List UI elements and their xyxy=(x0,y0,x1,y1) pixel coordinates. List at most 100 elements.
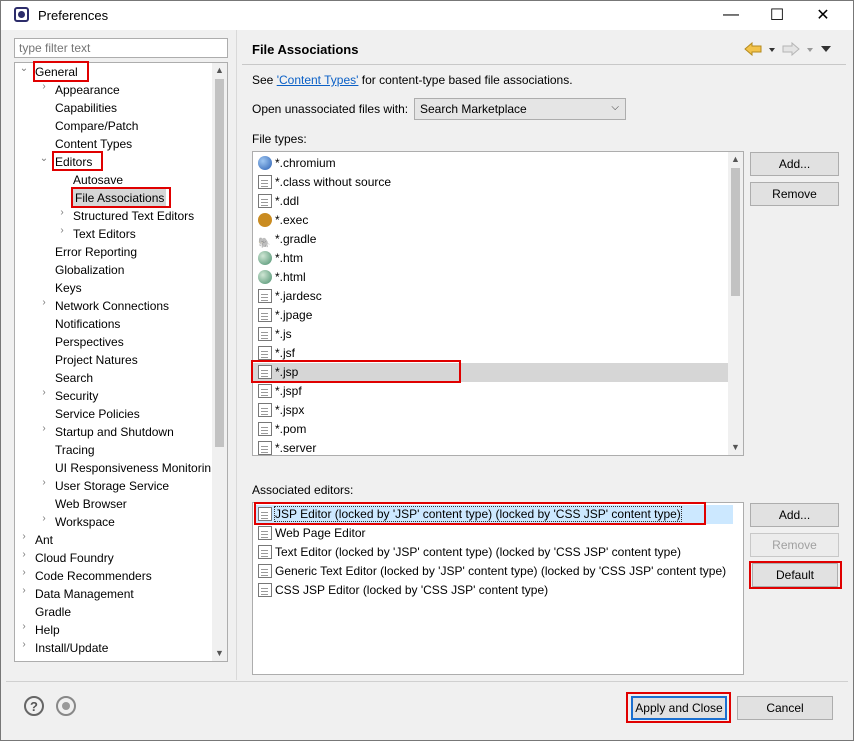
file-type-item[interactable]: *.jardesc xyxy=(258,287,322,306)
add-editor-button[interactable]: Add... xyxy=(750,503,839,527)
file-type-item[interactable]: *.htm xyxy=(258,249,303,268)
tree-item[interactable]: Perspectives xyxy=(55,333,124,351)
tree-item[interactable]: User Storage Service xyxy=(55,477,169,495)
class-file-icon xyxy=(258,175,272,189)
highlight-default-button xyxy=(749,561,842,589)
chevron-right-icon[interactable]: › xyxy=(19,639,29,657)
remove-editor-button[interactable]: Remove xyxy=(750,533,839,557)
web-globe-icon xyxy=(258,251,272,265)
maximize-button[interactable]: ☐ xyxy=(754,0,800,30)
tree-scrollbar[interactable]: ▲ ▼ xyxy=(212,63,227,661)
chevron-right-icon[interactable]: › xyxy=(19,531,29,549)
tree-item[interactable]: UI Responsiveness Monitorin xyxy=(55,459,211,477)
tree-item[interactable]: Service Policies xyxy=(55,405,140,423)
file-type-item[interactable]: *.jspx xyxy=(258,401,304,420)
tree-item[interactable]: Cloud Foundry xyxy=(35,549,114,567)
file-type-item[interactable]: *.exec xyxy=(258,211,308,230)
tree-item[interactable]: Text Editors xyxy=(73,225,136,243)
chevron-right-icon[interactable]: › xyxy=(19,549,29,567)
chevron-right-icon[interactable]: › xyxy=(19,585,29,603)
remove-file-type-button[interactable]: Remove xyxy=(750,182,839,206)
tree-item[interactable]: Network Connections xyxy=(55,297,169,315)
tree-item[interactable]: Globalization xyxy=(55,261,124,279)
file-types-label: File types: xyxy=(252,132,307,146)
file-type-item[interactable]: *.js xyxy=(258,325,292,344)
tree-item[interactable]: Keys xyxy=(55,279,82,297)
scroll-down-icon[interactable]: ▼ xyxy=(212,646,227,661)
tree-item[interactable]: Web Browser xyxy=(55,495,127,513)
tree-item[interactable]: Ant xyxy=(35,531,53,549)
scroll-up-icon[interactable]: ▲ xyxy=(212,63,227,78)
tree-item[interactable]: Project Natures xyxy=(55,351,138,369)
chevron-right-icon[interactable]: › xyxy=(19,567,29,585)
filter-input[interactable] xyxy=(14,38,228,58)
tree-item[interactable]: Notifications xyxy=(55,315,120,333)
content-types-link[interactable]: 'Content Types' xyxy=(277,73,359,87)
add-file-type-button[interactable]: Add... xyxy=(750,152,839,176)
file-type-item[interactable]: *.server xyxy=(258,439,317,455)
associated-editors-list[interactable]: JSP Editor (locked by 'JSP' content type… xyxy=(252,502,744,675)
scroll-thumb[interactable] xyxy=(731,168,740,296)
editor-label: Generic Text Editor (locked by 'JSP' con… xyxy=(275,564,727,578)
chevron-right-icon[interactable]: › xyxy=(39,297,49,315)
file-type-item[interactable]: *.chromium xyxy=(258,154,336,173)
tree-item[interactable]: Install/Update xyxy=(35,639,108,657)
chevron-right-icon[interactable]: › xyxy=(39,387,49,405)
chevron-right-icon[interactable]: › xyxy=(57,207,67,225)
chevron-right-icon[interactable]: › xyxy=(39,513,49,531)
file-type-item[interactable]: *.class without source xyxy=(258,173,391,192)
tree-item[interactable]: Workspace xyxy=(55,513,115,531)
file-type-item[interactable]: *.jspf xyxy=(258,382,302,401)
open-unassociated-select[interactable]: Search Marketplace ⌵ xyxy=(414,98,626,120)
file-types-scrollbar[interactable]: ▲ ▼ xyxy=(728,152,743,455)
tree-item[interactable]: Startup and Shutdown xyxy=(55,423,174,441)
close-button[interactable]: ✕ xyxy=(800,0,846,30)
view-menu-icon[interactable] xyxy=(820,42,832,56)
tree-item[interactable]: Error Reporting xyxy=(55,243,137,261)
tree-item[interactable]: Capabilities xyxy=(55,99,117,117)
file-type-label: *.jardesc xyxy=(275,289,322,303)
minimize-button[interactable]: — xyxy=(708,0,754,30)
record-icon[interactable] xyxy=(56,696,76,716)
tree-item[interactable]: Data Management xyxy=(35,585,134,603)
scroll-thumb[interactable] xyxy=(215,79,224,447)
forward-arrow-icon[interactable] xyxy=(782,42,800,56)
editor-item[interactable]: Generic Text Editor (locked by 'JSP' con… xyxy=(258,562,726,581)
chevron-right-icon[interactable]: › xyxy=(39,81,49,99)
forward-dropdown-icon[interactable] xyxy=(806,42,814,56)
chevron-right-icon[interactable]: › xyxy=(39,423,49,441)
tree-item[interactable]: Help xyxy=(35,621,60,639)
file-types-list[interactable]: ▲ ▼ *.chromium *.class without source *.dd… xyxy=(252,151,744,456)
chevron-right-icon[interactable]: › xyxy=(39,477,49,495)
content-types-hint: See 'Content Types' for content-type bas… xyxy=(252,73,573,87)
file-type-item[interactable]: *.jpage xyxy=(258,306,312,325)
file-type-item[interactable]: *.pom xyxy=(258,420,306,439)
chevron-right-icon[interactable]: › xyxy=(57,225,67,243)
cancel-button[interactable]: Cancel xyxy=(737,696,833,720)
tree-item[interactable]: Search xyxy=(55,369,93,387)
file-type-item[interactable]: *.ddl xyxy=(258,192,299,211)
help-icon[interactable]: ? xyxy=(24,696,44,716)
scroll-up-icon[interactable]: ▲ xyxy=(728,152,743,167)
back-arrow-icon[interactable] xyxy=(744,42,762,56)
tree-item[interactable]: Gradle xyxy=(35,603,71,621)
back-dropdown-icon[interactable] xyxy=(768,42,776,56)
tree-item[interactable]: Appearance xyxy=(55,81,120,99)
pane-sash[interactable] xyxy=(236,30,237,680)
editor-item[interactable]: CSS JSP Editor (locked by 'CSS JSP' cont… xyxy=(258,581,548,600)
tree-item[interactable]: Security xyxy=(55,387,98,405)
tree-item[interactable]: Code Recommenders xyxy=(35,567,152,585)
tree-item[interactable]: Tracing xyxy=(55,441,95,459)
file-type-item[interactable]: *.html xyxy=(258,268,306,287)
chevron-down-icon[interactable]: ⌄ xyxy=(19,63,29,81)
editor-item[interactable]: Web Page Editor xyxy=(258,524,366,543)
editor-item[interactable]: Text Editor (locked by 'JSP' content typ… xyxy=(258,543,681,562)
file-type-item[interactable]: 🐘 *.gradle xyxy=(258,230,316,249)
tree-item[interactable]: Compare/Patch xyxy=(55,117,138,135)
chevron-right-icon[interactable]: › xyxy=(19,621,29,639)
chevron-down-icon[interactable]: ⌄ xyxy=(39,153,49,171)
scroll-down-icon[interactable]: ▼ xyxy=(728,440,743,455)
tree-item[interactable]: Structured Text Editors xyxy=(73,207,194,225)
file-type-label: *.server xyxy=(275,441,317,455)
gradle-icon: 🐘 xyxy=(258,238,271,249)
